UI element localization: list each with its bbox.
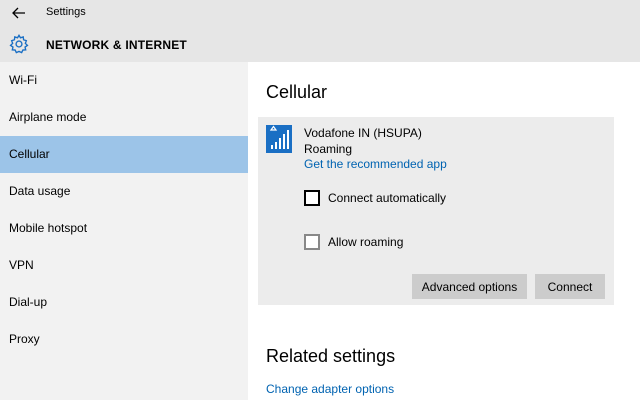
sidebar-item-proxy[interactable]: Proxy — [0, 321, 248, 358]
connect-automatically-checkbox[interactable] — [304, 190, 320, 206]
title-bar: Settings — [0, 0, 640, 26]
gear-icon — [9, 33, 29, 54]
network-card[interactable]: Vodafone IN (HSUPA) Roaming Get the reco… — [258, 117, 614, 305]
sidebar-item-dial-up[interactable]: Dial-up — [0, 284, 248, 321]
sidebar-item-data-usage[interactable]: Data usage — [0, 173, 248, 210]
sidebar: Wi-Fi Airplane mode Cellular Data usage … — [0, 62, 248, 400]
sidebar-item-vpn[interactable]: VPN — [0, 247, 248, 284]
section-title: NETWORK & INTERNET — [46, 38, 187, 52]
sidebar-item-cellular[interactable]: Cellular — [0, 136, 248, 173]
sidebar-item-wifi[interactable]: Wi-Fi — [0, 62, 248, 99]
network-name: Vodafone IN (HSUPA) — [304, 126, 422, 140]
page-title: Cellular — [266, 82, 328, 102]
back-button[interactable] — [8, 3, 30, 23]
related-settings-heading: Related settings — [266, 346, 396, 366]
advanced-options-button[interactable]: Advanced options — [412, 274, 527, 299]
cellular-signal-icon — [269, 125, 289, 149]
sidebar-item-mobile-hotspot[interactable]: Mobile hotspot — [0, 210, 248, 247]
network-status: Roaming — [304, 142, 353, 156]
network-tile — [266, 125, 292, 153]
allow-roaming-checkbox[interactable] — [304, 234, 320, 250]
back-arrow-icon — [12, 7, 25, 19]
connect-button[interactable]: Connect — [535, 274, 605, 299]
page-header: NETWORK & INTERNET — [0, 26, 640, 62]
connect-automatically-row[interactable]: Connect automatically — [304, 190, 446, 206]
allow-roaming-label: Allow roaming — [328, 235, 404, 249]
main-content: Cellular Vodafone IN (HSUPA) Roaming Get… — [248, 62, 640, 400]
window-title: Settings — [46, 6, 86, 18]
sidebar-item-airplane-mode[interactable]: Airplane mode — [0, 99, 248, 136]
allow-roaming-row[interactable]: Allow roaming — [304, 234, 403, 250]
change-adapter-options-link[interactable]: Change adapter options — [266, 382, 394, 396]
connect-automatically-label: Connect automatically — [328, 191, 447, 205]
recommended-app-link[interactable]: Get the recommended app — [304, 157, 447, 171]
